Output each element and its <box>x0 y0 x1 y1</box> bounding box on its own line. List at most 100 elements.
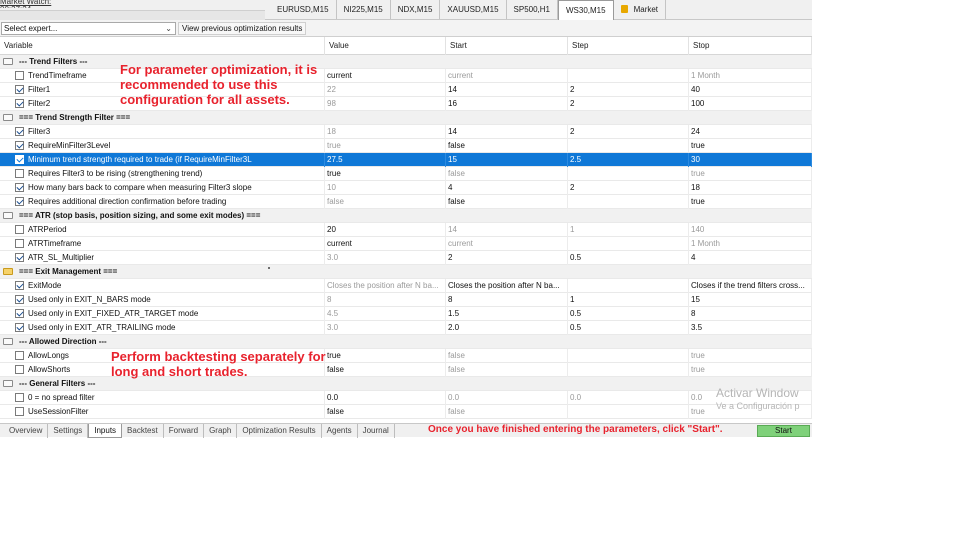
start-cell[interactable]: 8 <box>446 293 568 307</box>
optimize-checkbox[interactable] <box>15 127 24 136</box>
tester-tab-overview[interactable]: Overview <box>4 424 49 438</box>
value-cell[interactable]: true <box>325 349 446 363</box>
start-cell[interactable]: 2.0 <box>446 321 568 335</box>
folder-open-icon[interactable] <box>3 268 13 275</box>
value-cell[interactable]: false <box>325 405 446 419</box>
stop-cell[interactable]: 8 <box>689 307 812 321</box>
stop-cell[interactable]: 3.5 <box>689 321 812 335</box>
value-cell[interactable]: 8 <box>325 293 446 307</box>
start-cell[interactable]: current <box>446 237 568 251</box>
stop-cell[interactable]: 24 <box>689 125 812 139</box>
optimize-checkbox[interactable] <box>15 225 24 234</box>
optimize-checkbox[interactable] <box>15 197 24 206</box>
parameter-row[interactable]: Requires Filter3 to be rising (strengthe… <box>0 167 812 181</box>
chart-tab-5[interactable]: WS30,M15 <box>558 0 614 20</box>
parameter-row[interactable]: Filter3 18 14 2 24 <box>0 125 812 139</box>
value-cell[interactable]: true <box>325 167 446 181</box>
optimize-checkbox[interactable] <box>15 99 24 108</box>
step-cell[interactable]: 2.5 <box>568 153 689 167</box>
parameter-row[interactable]: UseSessionFilter false false true <box>0 405 812 419</box>
stop-cell[interactable]: 100 <box>689 97 812 111</box>
optimize-checkbox[interactable] <box>15 141 24 150</box>
start-cell[interactable]: 14 <box>446 83 568 97</box>
column-header-step[interactable]: Step <box>568 37 689 55</box>
tester-tab-forward[interactable]: Forward <box>164 424 205 438</box>
optimize-checkbox[interactable] <box>15 169 24 178</box>
value-cell[interactable]: current <box>325 69 446 83</box>
optimize-checkbox[interactable] <box>15 393 24 402</box>
stop-cell[interactable]: true <box>689 167 812 181</box>
start-cell[interactable]: 0.0 <box>446 391 568 405</box>
optimize-checkbox[interactable] <box>15 155 24 164</box>
column-header-variable[interactable]: Variable <box>0 37 325 55</box>
chart-tab-6[interactable]: Market <box>614 0 667 19</box>
value-cell[interactable]: 10 <box>325 181 446 195</box>
optimize-checkbox[interactable] <box>15 323 24 332</box>
stop-cell[interactable]: true <box>689 139 812 153</box>
value-cell[interactable]: 27.5 <box>325 153 446 167</box>
optimize-checkbox[interactable] <box>15 407 24 416</box>
step-cell[interactable] <box>568 363 689 377</box>
parameter-row[interactable]: Used only in EXIT_FIXED_ATR_TARGET mode 4… <box>0 307 812 321</box>
start-cell[interactable]: 14 <box>446 223 568 237</box>
value-cell[interactable]: current <box>325 237 446 251</box>
start-cell[interactable]: 14 <box>446 125 568 139</box>
value-cell[interactable]: true <box>325 139 446 153</box>
tester-tab-backtest[interactable]: Backtest <box>122 424 164 438</box>
tester-tab-agents[interactable]: Agents <box>322 424 358 438</box>
folder-icon[interactable] <box>3 114 13 121</box>
start-cell[interactable]: false <box>446 139 568 153</box>
step-cell[interactable] <box>568 167 689 181</box>
optimize-checkbox[interactable] <box>15 365 24 374</box>
stop-cell[interactable]: Closes if the trend filters cross... <box>689 279 812 293</box>
stop-cell[interactable]: true <box>689 349 812 363</box>
tester-tab-settings[interactable]: Settings <box>48 424 89 438</box>
step-cell[interactable]: 0.5 <box>568 251 689 265</box>
start-cell[interactable]: false <box>446 363 568 377</box>
value-cell[interactable]: 3.0 <box>325 321 446 335</box>
step-cell[interactable] <box>568 139 689 153</box>
chart-tab-2[interactable]: NDX,M15 <box>391 0 441 19</box>
tester-tab-optimization-results[interactable]: Optimization Results <box>237 424 322 438</box>
optimize-checkbox[interactable] <box>15 239 24 248</box>
stop-cell[interactable]: 4 <box>689 251 812 265</box>
optimize-checkbox[interactable] <box>15 351 24 360</box>
start-cell[interactable]: 15 <box>446 153 568 167</box>
folder-icon[interactable] <box>3 58 13 65</box>
parameter-row[interactable]: 0 = no spread filter 0.0 0.0 0.0 0.0 <box>0 391 812 405</box>
step-cell[interactable]: 0.5 <box>568 307 689 321</box>
value-cell[interactable]: 18 <box>325 125 446 139</box>
start-button[interactable]: Start <box>757 425 810 437</box>
parameter-row[interactable]: ATRPeriod 20 14 1 140 <box>0 223 812 237</box>
stop-cell[interactable]: 40 <box>689 83 812 97</box>
tester-tab-graph[interactable]: Graph <box>204 424 238 438</box>
stop-cell[interactable]: 15 <box>689 293 812 307</box>
chart-tab-4[interactable]: SP500,H1 <box>507 0 558 19</box>
stop-cell[interactable]: 18 <box>689 181 812 195</box>
step-cell[interactable]: 2 <box>568 97 689 111</box>
step-cell[interactable] <box>568 349 689 363</box>
folder-icon[interactable] <box>3 212 13 219</box>
stop-cell[interactable]: true <box>689 195 812 209</box>
value-cell[interactable]: Closes the position after N ba... <box>325 279 446 293</box>
stop-cell[interactable]: 1 Month <box>689 237 812 251</box>
step-cell[interactable]: 2 <box>568 181 689 195</box>
optimize-checkbox[interactable] <box>15 253 24 262</box>
value-cell[interactable]: false <box>325 195 446 209</box>
step-cell[interactable]: 2 <box>568 125 689 139</box>
step-cell[interactable]: 1 <box>568 293 689 307</box>
value-cell[interactable]: 3.0 <box>325 251 446 265</box>
parameter-row[interactable]: Used only in EXIT_ATR_TRAILING mode 3.0 2.… <box>0 321 812 335</box>
column-header-value[interactable]: Value <box>325 37 446 55</box>
optimize-checkbox[interactable] <box>15 281 24 290</box>
value-cell[interactable]: 4.5 <box>325 307 446 321</box>
group-row[interactable]: === Trend Strength Filter === <box>0 111 812 125</box>
group-row[interactable]: === ATR (stop basis, position sizing, an… <box>0 209 812 223</box>
folder-icon[interactable] <box>3 380 13 387</box>
start-cell[interactable]: false <box>446 167 568 181</box>
start-cell[interactable]: 2 <box>446 251 568 265</box>
expert-select[interactable]: Select expert... ⌄ <box>1 22 176 35</box>
value-cell[interactable]: 20 <box>325 223 446 237</box>
parameter-row[interactable]: ATRTimeframe current current 1 Month <box>0 237 812 251</box>
parameter-row[interactable]: ExitMode Closes the position after N ba..… <box>0 279 812 293</box>
